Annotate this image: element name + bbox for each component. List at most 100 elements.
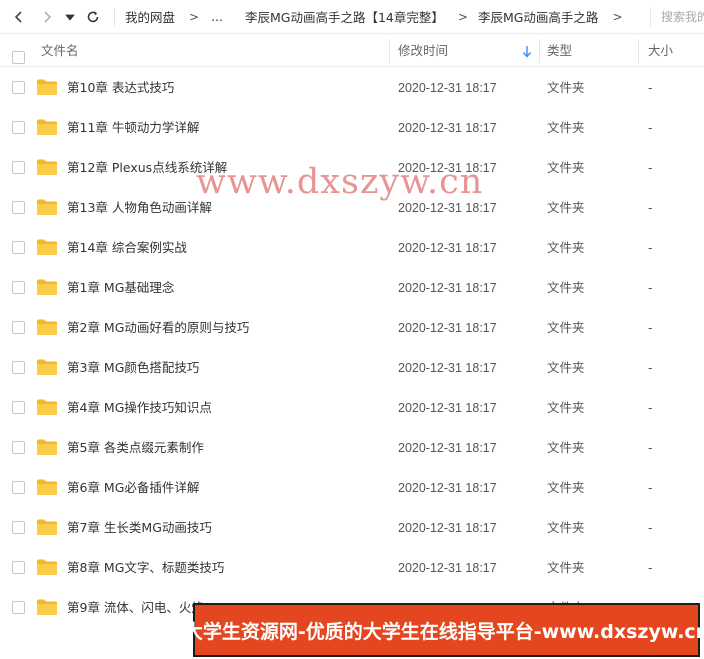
file-modified-time: 2020-12-31 18:17 <box>398 161 497 175</box>
nav-divider <box>114 7 115 26</box>
file-row[interactable]: 第3章 MG颜色搭配技巧 2020-12-31 18:17 文件夹 - <box>0 348 704 388</box>
folder-icon <box>37 159 57 175</box>
file-size: - <box>648 200 653 215</box>
breadcrumb-root[interactable]: 我的网盘 <box>125 7 175 26</box>
row-checkbox[interactable] <box>12 521 25 534</box>
file-name[interactable]: 第1章 MG基础理念 <box>67 268 174 308</box>
file-name[interactable]: 第8章 MG文字、标题类技巧 <box>67 548 224 588</box>
file-name[interactable]: 第7章 生长类MG动画技巧 <box>67 508 212 548</box>
row-checkbox[interactable] <box>12 201 25 214</box>
column-header-size[interactable]: 大小 <box>648 35 673 67</box>
column-divider[interactable] <box>389 39 390 63</box>
forward-button[interactable] <box>36 6 58 28</box>
column-divider[interactable] <box>638 39 639 63</box>
file-name[interactable]: 第13章 人物角色动画详解 <box>67 188 212 228</box>
row-checkbox[interactable] <box>12 441 25 454</box>
folder-icon <box>37 399 57 415</box>
file-row[interactable]: 第6章 MG必备插件详解 2020-12-31 18:17 文件夹 - <box>0 468 704 508</box>
file-row[interactable]: 第14章 综合案例实战 2020-12-31 18:17 文件夹 - <box>0 228 704 268</box>
file-modified-time: 2020-12-31 18:17 <box>398 321 497 335</box>
folder-icon <box>37 319 57 335</box>
file-row[interactable]: 第8章 MG文字、标题类技巧 2020-12-31 18:17 文件夹 - <box>0 548 704 588</box>
file-size: - <box>648 560 653 575</box>
file-row[interactable]: 第10章 表达式技巧 2020-12-31 18:17 文件夹 - <box>0 68 704 108</box>
breadcrumb-level1[interactable]: 李辰MG动画高手之路【14章完整】 <box>245 7 444 26</box>
folder-icon <box>37 599 57 615</box>
folder-icon <box>37 359 57 375</box>
back-button[interactable] <box>8 6 30 28</box>
folder-icon <box>37 119 57 135</box>
file-list-header: 文件名 修改时间 类型 大小 <box>0 35 704 67</box>
file-size: - <box>648 440 653 455</box>
row-checkbox[interactable] <box>12 601 25 614</box>
row-checkbox[interactable] <box>12 321 25 334</box>
folder-icon <box>37 279 57 295</box>
file-size: - <box>648 320 653 335</box>
checkbox[interactable] <box>12 51 25 64</box>
breadcrumb-level2[interactable]: 李辰MG动画高手之路 <box>478 7 598 26</box>
column-header-modified[interactable]: 修改时间 <box>398 35 448 67</box>
file-type: 文件夹 <box>547 320 585 335</box>
file-row[interactable]: 第11章 牛顿动力学详解 2020-12-31 18:17 文件夹 - <box>0 108 704 148</box>
row-checkbox[interactable] <box>12 121 25 134</box>
file-size: - <box>648 360 653 375</box>
file-name[interactable]: 第12章 Plexus点线系统详解 <box>67 148 227 188</box>
file-name[interactable]: 第3章 MG颜色搭配技巧 <box>67 348 199 388</box>
row-checkbox[interactable] <box>12 481 25 494</box>
file-type: 文件夹 <box>547 240 585 255</box>
row-checkbox[interactable] <box>12 161 25 174</box>
file-name[interactable]: 第6章 MG必备插件详解 <box>67 468 199 508</box>
row-checkbox[interactable] <box>12 401 25 414</box>
file-row[interactable]: 第4章 MG操作技巧知识点 2020-12-31 18:17 文件夹 - <box>0 388 704 428</box>
file-size: - <box>648 520 653 535</box>
navigation-bar: 我的网盘 > ... 李辰MG动画高手之路【14章完整】 > 李辰MG动画高手之… <box>0 0 704 34</box>
breadcrumb-separator: > <box>189 9 200 24</box>
file-size: - <box>648 240 653 255</box>
file-modified-time: 2020-12-31 18:17 <box>398 401 497 415</box>
file-row[interactable]: 第7章 生长类MG动画技巧 2020-12-31 18:17 文件夹 - <box>0 508 704 548</box>
history-dropdown-button[interactable] <box>64 6 76 28</box>
row-checkbox[interactable] <box>12 561 25 574</box>
search-input[interactable]: 搜索我的 <box>650 7 704 27</box>
file-modified-time: 2020-12-31 18:17 <box>398 441 497 455</box>
file-name[interactable]: 第14章 综合案例实战 <box>67 228 187 268</box>
file-type: 文件夹 <box>547 440 585 455</box>
file-row[interactable]: 第2章 MG动画好看的原则与技巧 2020-12-31 18:17 文件夹 - <box>0 308 704 348</box>
select-all-checkbox[interactable] <box>12 44 25 64</box>
refresh-icon <box>87 11 99 22</box>
file-type: 文件夹 <box>547 360 585 375</box>
column-divider[interactable] <box>539 39 540 63</box>
file-modified-time: 2020-12-31 18:17 <box>398 481 497 495</box>
refresh-button[interactable] <box>82 6 104 28</box>
row-checkbox[interactable] <box>12 81 25 94</box>
file-modified-time: 2020-12-31 18:17 <box>398 81 497 95</box>
file-row[interactable]: 第5章 各类点缀元素制作 2020-12-31 18:17 文件夹 - <box>0 428 704 468</box>
file-modified-time: 2020-12-31 18:17 <box>398 521 497 535</box>
breadcrumb-separator: > <box>612 9 623 24</box>
file-name[interactable]: 第4章 MG操作技巧知识点 <box>67 388 212 428</box>
folder-icon <box>37 479 57 495</box>
file-name[interactable]: 第5章 各类点缀元素制作 <box>67 428 204 468</box>
file-row[interactable]: 第13章 人物角色动画详解 2020-12-31 18:17 文件夹 - <box>0 188 704 228</box>
column-header-type[interactable]: 类型 <box>547 35 572 67</box>
file-name[interactable]: 第10章 表达式技巧 <box>67 68 174 108</box>
file-name[interactable]: 第2章 MG动画好看的原则与技巧 <box>67 308 249 348</box>
file-size: - <box>648 160 653 175</box>
row-checkbox[interactable] <box>12 361 25 374</box>
breadcrumb-separator: > <box>457 9 468 24</box>
file-modified-time: 2020-12-31 18:17 <box>398 361 497 375</box>
file-type: 文件夹 <box>547 520 585 535</box>
file-size: - <box>648 480 653 495</box>
file-row[interactable]: 第1章 MG基础理念 2020-12-31 18:17 文件夹 - <box>0 268 704 308</box>
banner-text: 大学生资源网-优质的大学生在线指导平台-www.dxszyw.cn <box>183 620 704 643</box>
row-checkbox[interactable] <box>12 241 25 254</box>
column-header-name[interactable]: 文件名 <box>41 35 79 67</box>
file-row[interactable]: 第12章 Plexus点线系统详解 2020-12-31 18:17 文件夹 - <box>0 148 704 188</box>
row-checkbox[interactable] <box>12 281 25 294</box>
file-size: - <box>648 280 653 295</box>
file-name[interactable]: 第11章 牛顿动力学详解 <box>67 108 199 148</box>
file-modified-time: 2020-12-31 18:17 <box>398 241 497 255</box>
breadcrumb-ellipsis[interactable]: ... <box>211 9 223 24</box>
folder-icon <box>37 559 57 575</box>
sort-descending-icon[interactable] <box>522 46 532 58</box>
